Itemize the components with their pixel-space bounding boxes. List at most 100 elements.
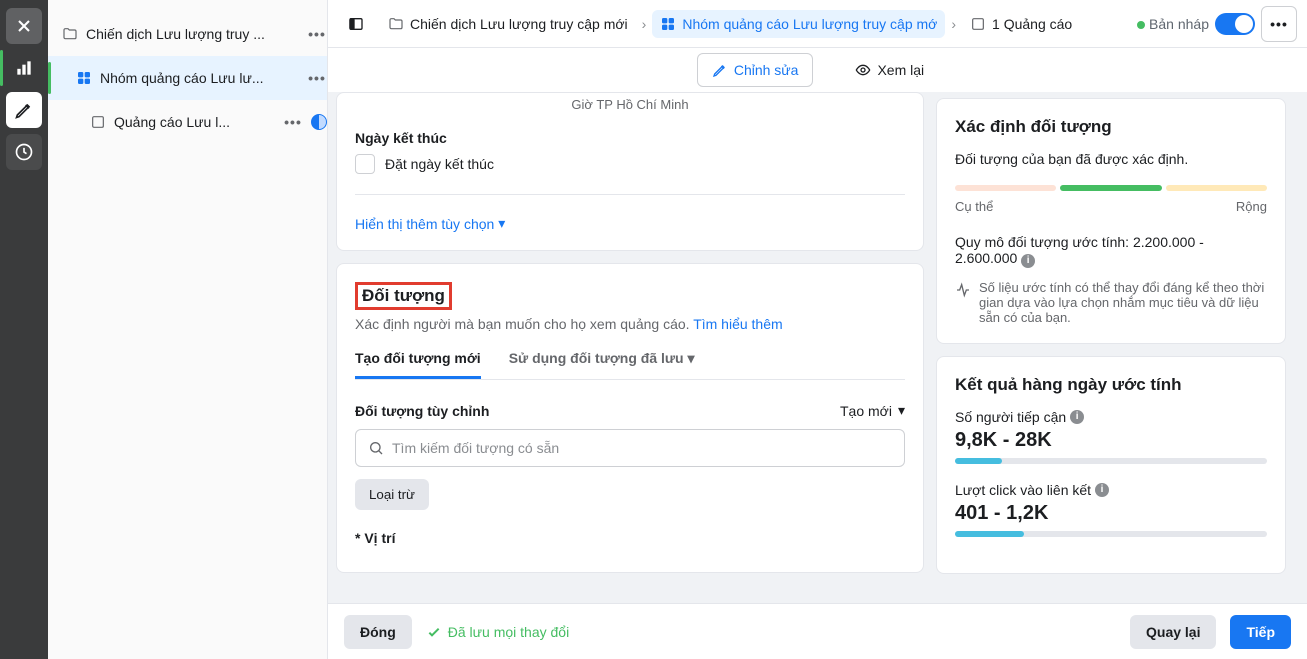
tree-adset[interactable]: Nhóm quảng cáo Lưu lư... ••• (48, 56, 327, 100)
crumb-campaign[interactable]: Chiến dịch Lưu lượng truy cập mới (380, 10, 636, 38)
audience-size: Quy mô đối tượng ước tính: 2.200.000 - 2… (955, 234, 1267, 268)
learn-more-link[interactable]: Tìm hiểu thêm (693, 316, 782, 332)
definition-desc: Đối tượng của bạn đã được xác định. (955, 151, 1267, 167)
close-button[interactable]: Đóng (344, 615, 412, 649)
tab-saved-label: Sử dụng đối tượng đã lưu (509, 350, 684, 366)
review-button[interactable]: Xem lại (841, 54, 938, 86)
chevron-down-icon: ▾ (688, 350, 695, 366)
audience-panel: Đối tượng Xác định người mà bạn muốn cho… (336, 263, 924, 573)
close-button[interactable] (6, 8, 42, 44)
next-button[interactable]: Tiếp (1230, 615, 1291, 649)
custom-audience-row: Đối tượng tùy chỉnh Tạo mới ▾ (355, 402, 905, 419)
status-label: Bản nháp (1149, 16, 1209, 32)
left-rail (0, 0, 48, 659)
more-button[interactable]: ••• (1261, 6, 1297, 42)
eye-icon (855, 62, 871, 78)
audience-description: Xác định người mà bạn muốn cho họ xem qu… (355, 316, 905, 332)
ad-icon (90, 114, 106, 130)
adset-icon (660, 16, 676, 32)
bar-chart-icon (14, 58, 34, 78)
reach-value: 9,8K - 28K (955, 429, 1267, 452)
tree-ad-label: Quảng cáo Lưu l... (114, 114, 275, 130)
back-button[interactable]: Quay lại (1130, 615, 1216, 649)
breadcrumb-bar: Chiến dịch Lưu lượng truy cập mới › Nhóm… (328, 0, 1307, 48)
rail-edit-button[interactable] (6, 92, 42, 128)
tree-more-icon[interactable]: ••• (307, 70, 327, 86)
tree-more-icon[interactable]: ••• (307, 26, 327, 42)
create-new-dropdown[interactable]: Tạo mới ▾ (840, 402, 905, 419)
clicks-label-row: Lượt click vào liên kết i (955, 482, 1267, 498)
info-icon[interactable]: i (1095, 483, 1109, 497)
exclude-button[interactable]: Loại trừ (355, 479, 429, 510)
crumb-ad[interactable]: 1 Quảng cáo (962, 10, 1080, 38)
pencil-icon (712, 62, 728, 78)
timezone-label: Giờ TP Hồ Chí Minh (355, 97, 905, 112)
create-new-label: Tạo mới (840, 403, 892, 419)
daily-results-panel: Kết quả hàng ngày ước tính Số người tiếp… (936, 356, 1286, 574)
footer-bar: Đóng Đã lưu mọi thay đổi Quay lại Tiếp (328, 603, 1307, 659)
status-draft: Bản nháp (1137, 16, 1209, 32)
tab-saved-audience[interactable]: Sử dụng đối tượng đã lưu ▾ (509, 350, 695, 379)
sub-toolbar: Chỉnh sửa Xem lại (328, 48, 1307, 92)
crumb-campaign-label: Chiến dịch Lưu lượng truy cập mới (410, 16, 628, 32)
schedule-panel: Giờ TP Hồ Chí Minh Ngày kết thúc Đặt ngà… (336, 92, 924, 251)
rail-clock-button[interactable] (6, 134, 42, 170)
search-placeholder: Tìm kiếm đối tượng có sẵn (392, 440, 559, 456)
structure-tree: Chiến dịch Lưu lượng truy ... ••• Nhóm q… (48, 0, 328, 659)
reach-label: Số người tiếp cận (955, 409, 1066, 425)
audience-title: Đối tượng (355, 282, 452, 310)
activity-icon (955, 282, 971, 298)
audience-search-input[interactable]: Tìm kiếm đối tượng có sẵn (355, 429, 905, 467)
tree-adset-label: Nhóm quảng cáo Lưu lư... (100, 70, 299, 86)
chevron-down-icon: ▾ (498, 215, 505, 232)
search-icon (368, 440, 384, 456)
tree-campaign-label: Chiến dịch Lưu lượng truy ... (86, 26, 299, 42)
adset-icon (76, 70, 92, 86)
reach-label-row: Số người tiếp cận i (955, 409, 1267, 425)
show-more-label: Hiển thị thêm tùy chọn (355, 216, 494, 232)
rail-chart-button[interactable] (6, 50, 42, 86)
main-column: Giờ TP Hồ Chí Minh Ngày kết thúc Đặt ngà… (336, 92, 924, 603)
set-end-date-row[interactable]: Đặt ngày kết thúc (355, 154, 905, 174)
review-label: Xem lại (877, 62, 924, 78)
half-circle-icon (311, 114, 327, 130)
panel-toggle-button[interactable] (338, 6, 374, 42)
meter-specific: Cụ thể (955, 199, 993, 214)
caret-down-icon: ▾ (898, 402, 905, 419)
close-icon (14, 16, 34, 36)
reach-bar (955, 458, 1267, 464)
estimate-note: Số liệu ước tính có thể thay đổi đáng kể… (955, 280, 1267, 325)
folder-icon (62, 26, 78, 42)
folder-icon (388, 16, 404, 32)
tree-campaign[interactable]: Chiến dịch Lưu lượng truy ... ••• (48, 12, 327, 56)
clicks-bar (955, 531, 1267, 537)
ad-icon (970, 16, 986, 32)
publish-toggle[interactable] (1215, 13, 1255, 35)
show-more-options[interactable]: Hiển thị thêm tùy chọn ▾ (355, 215, 905, 232)
tree-more-icon[interactable]: ••• (283, 114, 303, 130)
info-icon[interactable]: i (1070, 410, 1084, 424)
tab-new-audience[interactable]: Tạo đối tượng mới (355, 350, 481, 379)
status-dot-icon (1137, 21, 1145, 29)
end-date-label: Ngày kết thúc (355, 130, 905, 146)
audience-tabs: Tạo đối tượng mới Sử dụng đối tượng đã l… (355, 350, 905, 380)
checkbox[interactable] (355, 154, 375, 174)
clicks-value: 401 - 1,2K (955, 502, 1267, 525)
custom-audience-label: Đối tượng tùy chỉnh (355, 403, 489, 419)
crumb-adset[interactable]: Nhóm quảng cáo Lưu lượng truy cập mớ (652, 10, 945, 38)
set-end-date-text: Đặt ngày kết thúc (385, 156, 494, 172)
edit-button[interactable]: Chỉnh sửa (697, 53, 814, 87)
clicks-label: Lượt click vào liên kết (955, 482, 1091, 498)
definition-title: Xác định đối tượng (955, 117, 1267, 137)
daily-title: Kết quả hàng ngày ước tính (955, 375, 1267, 395)
meter-broad: Rộng (1236, 199, 1267, 214)
check-icon (426, 624, 442, 640)
saved-text: Đã lưu mọi thay đổi (448, 624, 569, 640)
info-icon[interactable]: i (1021, 254, 1035, 268)
tree-ad[interactable]: Quảng cáo Lưu l... ••• (48, 100, 327, 144)
crumb-ad-label: 1 Quảng cáo (992, 16, 1072, 32)
audience-definition-panel: Xác định đối tượng Đối tượng của bạn đã … (936, 98, 1286, 344)
crumb-adset-label: Nhóm quảng cáo Lưu lượng truy cập mớ (682, 16, 937, 32)
chevron-right-icon: › (951, 16, 956, 32)
edit-label: Chỉnh sửa (734, 62, 799, 78)
